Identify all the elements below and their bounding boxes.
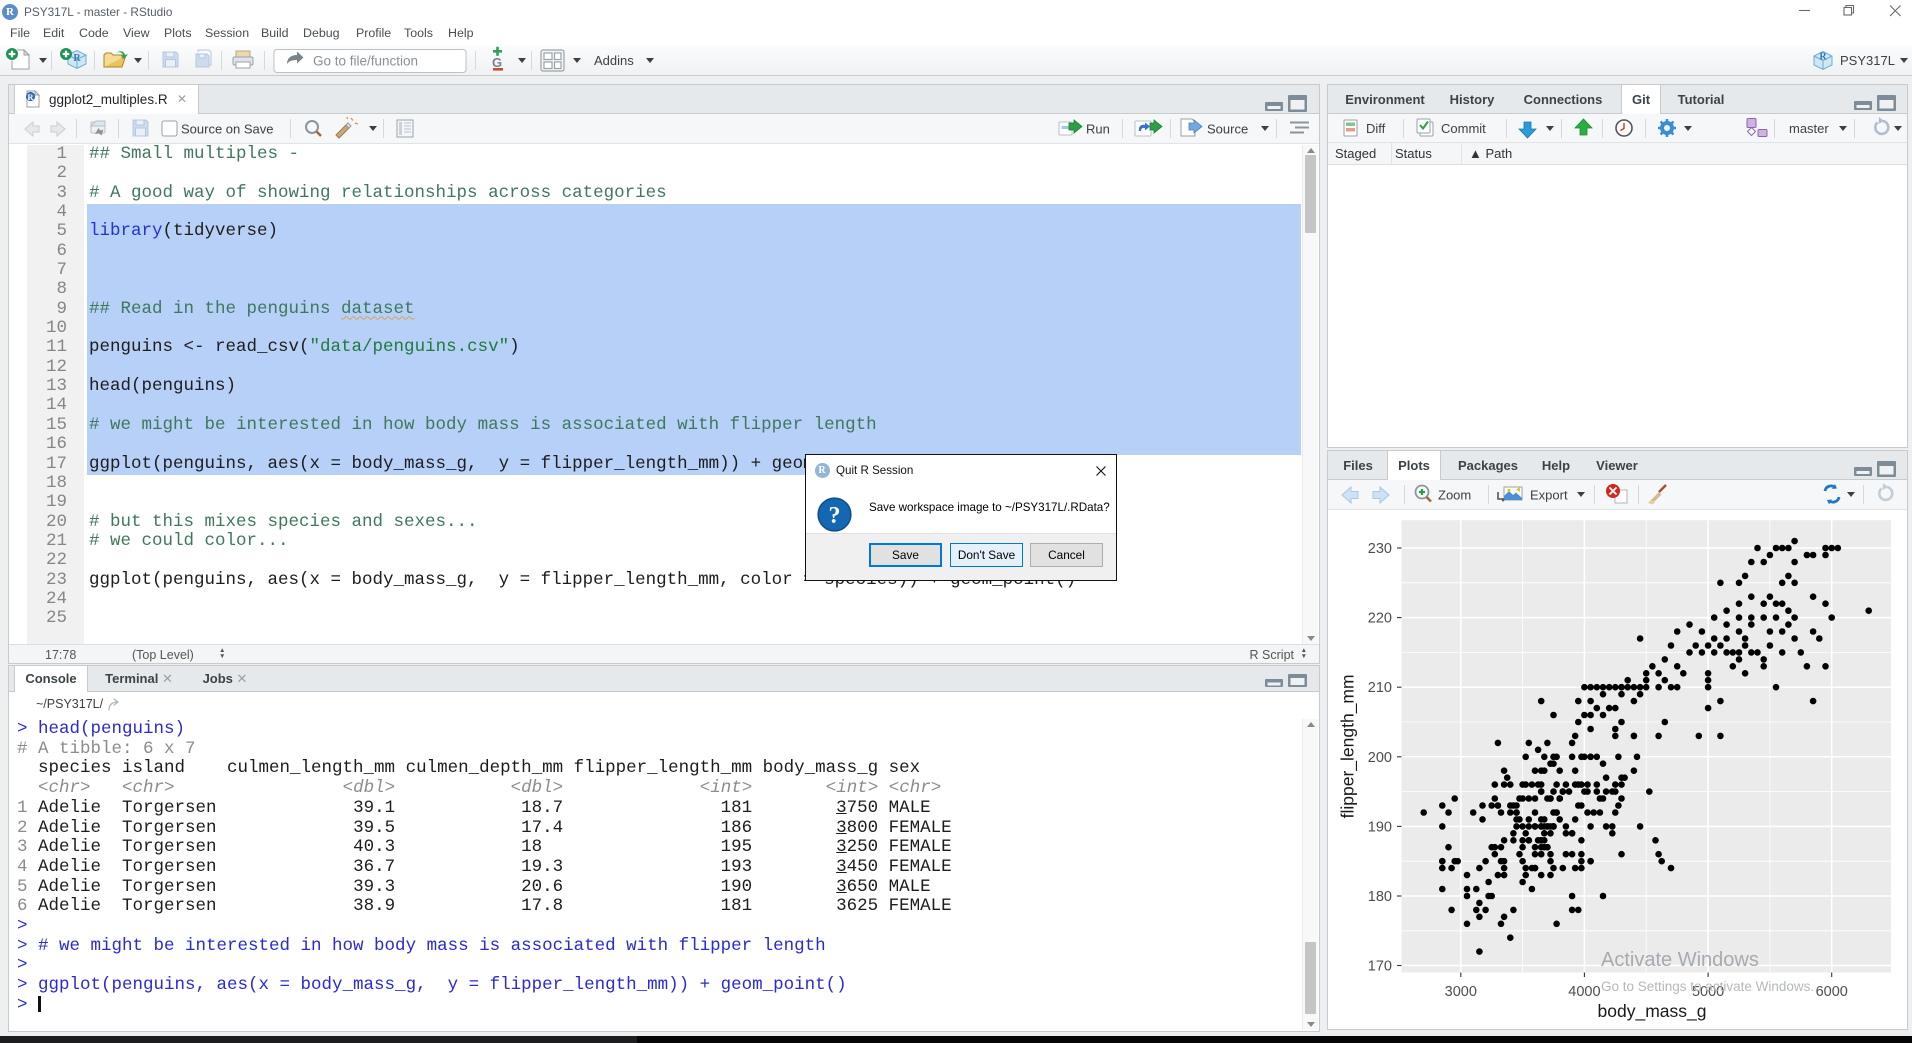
svg-text:180: 180 bbox=[1368, 889, 1392, 905]
svg-text:R: R bbox=[73, 53, 81, 64]
svg-text:Run: Run bbox=[1086, 122, 1110, 137]
svg-text:R: R bbox=[1819, 52, 1827, 63]
svg-text:Source on Save: Source on Save bbox=[181, 122, 274, 137]
svg-text:Activate Windows: Activate Windows bbox=[1601, 949, 1759, 971]
svg-text:Commit: Commit bbox=[1441, 121, 1486, 136]
svg-text:170: 170 bbox=[1368, 959, 1392, 975]
svg-text:G: G bbox=[492, 55, 502, 70]
svg-text:4000: 4000 bbox=[1568, 984, 1600, 1000]
svg-text:Diff: Diff bbox=[1366, 121, 1386, 136]
svg-text:Go to file/function: Go to file/function bbox=[313, 54, 418, 69]
svg-text:master: master bbox=[1789, 121, 1829, 136]
svg-text:190: 190 bbox=[1368, 819, 1392, 835]
svg-text:Zoom: Zoom bbox=[1438, 488, 1471, 503]
svg-text:R: R bbox=[27, 92, 34, 102]
svg-text:body_mass_g: body_mass_g bbox=[1598, 1001, 1707, 1022]
svg-text:Source: Source bbox=[1207, 122, 1248, 137]
svg-text:Export: Export bbox=[1530, 488, 1568, 503]
svg-text:230: 230 bbox=[1368, 541, 1392, 557]
svg-text:200: 200 bbox=[1368, 750, 1392, 766]
svg-text:6000: 6000 bbox=[1816, 984, 1848, 1000]
svg-text:220: 220 bbox=[1368, 611, 1392, 627]
svg-text:Go to Settings to activate Win: Go to Settings to activate Windows. bbox=[1601, 979, 1814, 994]
svg-text:flipper_length_mm: flipper_length_mm bbox=[1337, 674, 1358, 818]
svg-text:?: ? bbox=[829, 503, 841, 529]
svg-text:3000: 3000 bbox=[1445, 984, 1477, 1000]
svg-text:210: 210 bbox=[1368, 680, 1392, 696]
